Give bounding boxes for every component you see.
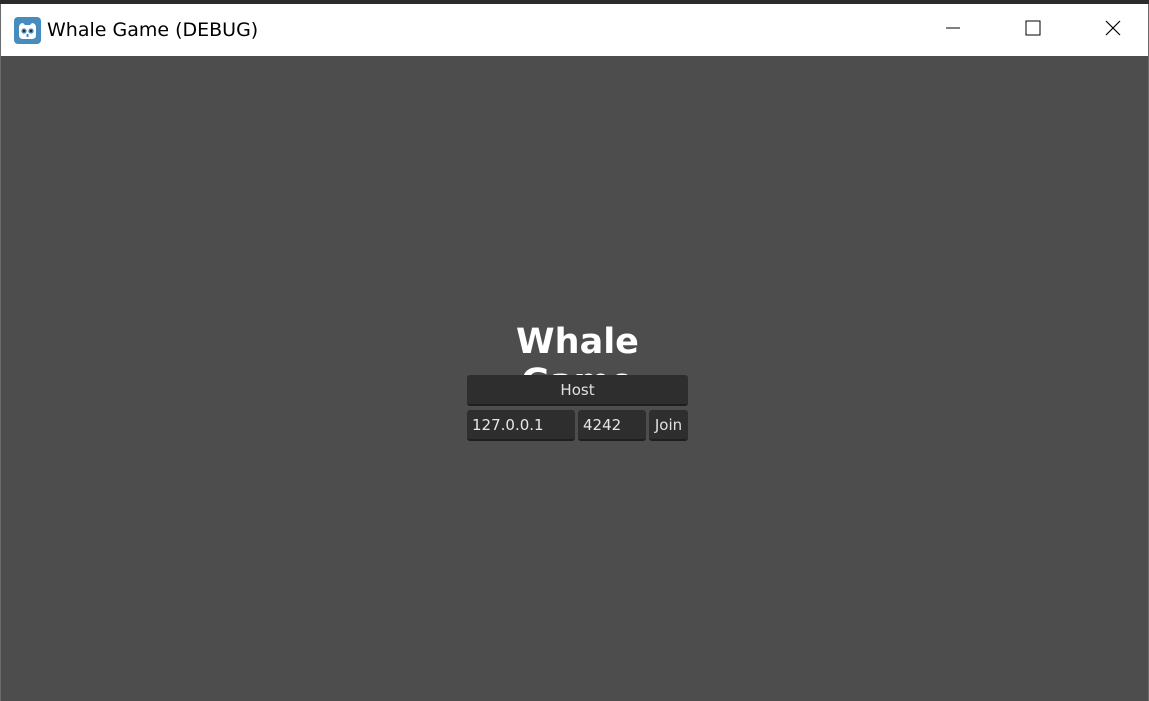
title-bar[interactable]: Whale Game (DEBUG) (1, 4, 1148, 56)
join-button[interactable]: Join (649, 410, 688, 441)
game-viewport: Whale Game Host 127.0.0.1 4242 Join (1, 56, 1148, 701)
window-title: Whale Game (DEBUG) (47, 19, 259, 41)
maximize-icon (1025, 20, 1041, 41)
maximize-button[interactable] (994, 4, 1072, 56)
app-window: Whale Game (DEBUG) Whale Game Host 127.0… (0, 4, 1149, 701)
minimize-button[interactable] (914, 4, 992, 56)
port-field[interactable]: 4242 (578, 410, 646, 441)
host-button[interactable]: Host (467, 375, 688, 406)
ip-address-field[interactable]: 127.0.0.1 (467, 410, 575, 441)
close-button[interactable] (1074, 4, 1149, 56)
close-icon (1105, 20, 1121, 41)
minimize-icon (945, 20, 961, 41)
godot-icon (14, 17, 41, 44)
